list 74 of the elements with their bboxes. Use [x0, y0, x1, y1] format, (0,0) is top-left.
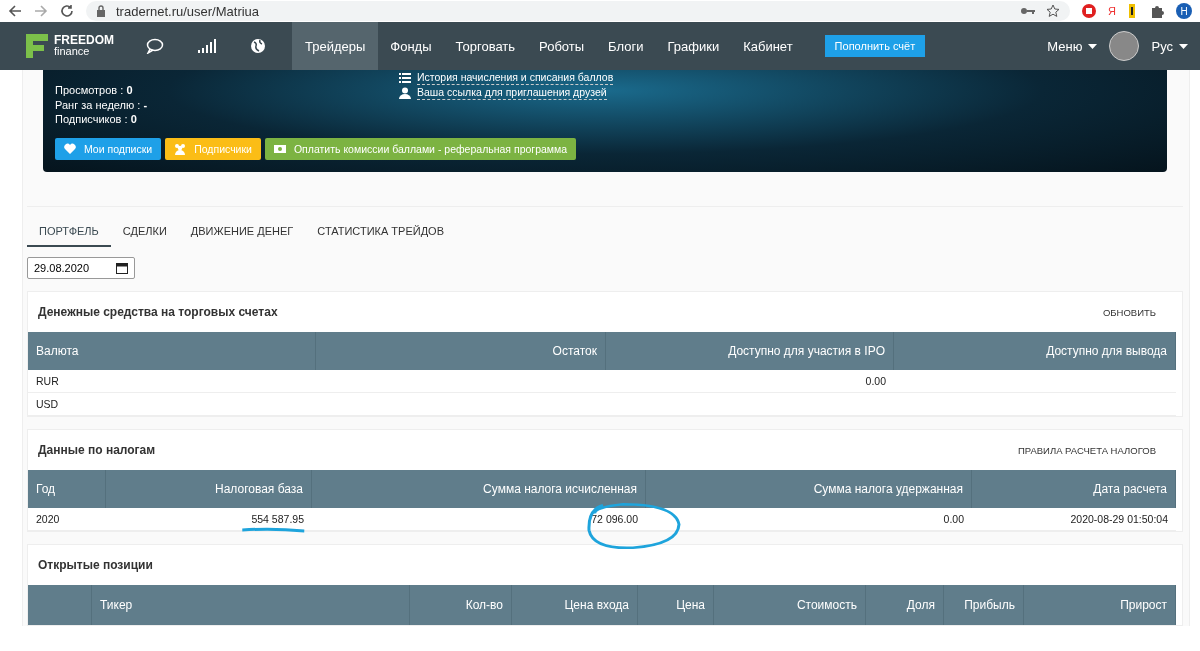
globe-icon[interactable] — [250, 38, 266, 54]
puzzle-icon[interactable] — [1150, 4, 1164, 18]
list-icon[interactable] — [399, 71, 411, 84]
logo-text: FREEDOM — [54, 35, 114, 46]
column-header: Цена входа — [512, 585, 638, 625]
tab[interactable]: СТАТИСТИКА ТРЕЙДОВ — [305, 221, 456, 247]
stop-icon[interactable] — [1082, 4, 1097, 18]
action-link[interactable]: ОБНОВИТЬ — [1102, 306, 1156, 318]
profile-avatar[interactable]: Н — [1176, 3, 1192, 19]
table-cell: 2020 — [36, 513, 60, 525]
bookmark-icon[interactable] — [1128, 4, 1138, 18]
nav-link[interactable]: Трейдеры — [292, 22, 379, 70]
user-icon[interactable] — [399, 86, 411, 99]
section-title: Открытые позиции — [38, 558, 153, 572]
table-cell: 554 587.95 — [251, 513, 304, 525]
column-header: Сумма налога исчисленная — [312, 470, 646, 508]
column-header: Налоговая база — [106, 470, 312, 508]
menu-button[interactable]: Меню — [1035, 38, 1110, 54]
caret-icon[interactable] — [1179, 43, 1188, 49]
back-icon[interactable] — [8, 4, 22, 18]
calendar-icon[interactable] — [116, 262, 128, 274]
column-header: Год — [28, 470, 106, 508]
url-text: tradernet.ru/user/Matriua — [116, 3, 261, 19]
column-header: Стоимость — [714, 585, 866, 625]
stat-text: Ранг за неделю : - — [55, 97, 149, 112]
section-title: Денежные средства на торговых счетах — [38, 305, 278, 319]
nav-link[interactable]: Фонды — [378, 22, 444, 70]
user-avatar[interactable] — [1109, 31, 1140, 61]
action-link[interactable]: ПРАВИЛА РАСЧЕТА НАЛОГОВ — [1017, 444, 1156, 456]
logo-subtext: finance — [54, 46, 91, 57]
column-header: Доступно для вывода — [894, 332, 1176, 370]
column-header: Доля — [866, 585, 944, 625]
nav-link[interactable]: Графики — [655, 22, 732, 70]
star-icon[interactable] — [1046, 4, 1061, 18]
link[interactable]: Ваша ссылка для приглашения друзей — [417, 85, 607, 100]
column-header: Остаток — [316, 332, 606, 370]
tab[interactable]: ДВИЖЕНИЕ ДЕНЕГ — [178, 221, 306, 247]
table-cell: 0.00 — [943, 513, 964, 525]
column-header: Прибыль — [944, 585, 1024, 625]
stat-text: Подписчиков : 0 — [55, 112, 138, 127]
section-title: Данные по налогам — [38, 443, 156, 457]
signal-bars-icon[interactable] — [198, 39, 216, 53]
link[interactable]: История начисления и списания баллов — [417, 70, 614, 85]
nav-link[interactable]: Кабинет — [731, 22, 805, 70]
nav-link[interactable]: Роботы — [527, 22, 597, 70]
address-bar[interactable]: tradernet.ru/user/Matriua — [86, 1, 1071, 21]
column-header: Сумма налога удержанная — [646, 470, 972, 508]
date-field[interactable]: 29.08.2020 — [27, 257, 135, 279]
table-cell: 2020-08-29 01:50:04 — [1070, 513, 1168, 525]
tab[interactable]: СДЕЛКИ — [110, 221, 179, 247]
logo-icon[interactable] — [26, 34, 48, 58]
column-header: Дата расчета — [972, 470, 1176, 508]
column-header: Доступно для участия в IPO — [606, 332, 894, 370]
lock-icon[interactable] — [96, 5, 106, 17]
nav-link[interactable]: Торговать — [443, 22, 528, 70]
key-icon[interactable] — [1020, 6, 1037, 16]
heart-icon[interactable] — [64, 142, 76, 155]
tab[interactable]: ПОРТФЕЛЬ — [27, 221, 111, 247]
column-header: Цена — [638, 585, 714, 625]
column-header: Кол-во — [410, 585, 512, 625]
chat-icon[interactable] — [146, 38, 164, 54]
table-cell: 72 096.00 — [591, 513, 638, 525]
nav-link[interactable]: Блоги — [596, 22, 656, 70]
stat-text: Просмотров : 0 — [55, 83, 134, 98]
column-header: Тикер — [92, 585, 410, 625]
table-cell: USD — [36, 398, 59, 410]
table-cell: 0.00 — [865, 375, 886, 387]
column-header: Прирост — [1024, 585, 1176, 625]
extension-label[interactable]: Я — [1108, 5, 1116, 17]
caret-icon[interactable] — [1088, 43, 1098, 49]
reload-icon[interactable] — [60, 4, 74, 18]
table-cell: RUR — [36, 375, 59, 387]
language-button[interactable]: Рус — [1139, 38, 1200, 54]
column-header: Валюта — [28, 332, 316, 370]
